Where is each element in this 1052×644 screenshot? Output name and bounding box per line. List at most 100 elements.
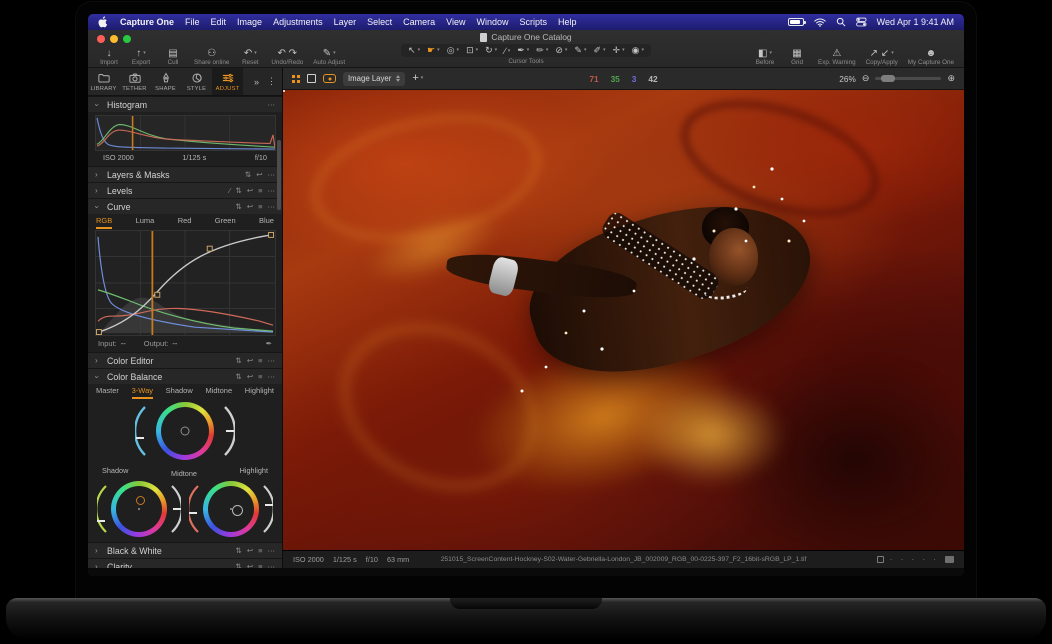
menu-select[interactable]: Select [367,17,392,27]
copy-adjustments-icon[interactable]: ⇅ [245,170,251,179]
menu-edit[interactable]: Edit [211,17,227,27]
reset-button[interactable]: ↶ Reset [239,48,261,66]
layers-masks-panel-header[interactable]: Layers & Masks ⇅ ↩ ⋯ [88,166,282,182]
crop-tool[interactable]: ⊡ [466,45,478,56]
erase-tool[interactable]: ⊘ [555,45,567,56]
midtone-lightness-slider[interactable] [223,403,235,459]
shadow-lightness-slider[interactable] [170,482,181,536]
menu-window[interactable]: Window [477,17,509,27]
tab-style[interactable]: STYLE [181,68,212,95]
filmstrip-toggle-icon[interactable] [945,556,954,563]
presets-icon[interactable]: ≡ [258,372,262,381]
color-tag-icon[interactable] [877,556,884,563]
spot-removal-tool[interactable]: ✏ [536,45,548,56]
reset-icon[interactable]: ↩ [247,562,253,568]
copy-adjustments-icon[interactable]: ⇅ [236,202,242,211]
menu-camera[interactable]: Camera [403,17,435,27]
zoom-slider[interactable] [875,77,941,80]
tab-library[interactable]: LIBRARY [88,68,119,95]
midtone-wheel-marker[interactable] [181,427,190,436]
wifi-icon[interactable] [814,18,826,27]
control-center-icon[interactable] [856,17,867,27]
reset-icon[interactable]: ↩ [256,170,262,179]
cull-button[interactable]: ▤ Cull [162,48,184,66]
color-editor-panel-header[interactable]: Color Editor ⇅ ↩ ≡ ⋯ [88,352,282,368]
curve-panel-header[interactable]: Curve ⇅ ↩ ≡ ⋯ [88,198,282,214]
auto-icon[interactable]: ∕ [229,186,230,195]
presets-icon[interactable]: ≡ [258,356,262,365]
color-balance-panel-header[interactable]: Color Balance ⇅ ↩ ≡ ⋯ [88,368,282,384]
shadow-color-wheel[interactable] [111,481,167,537]
zoom-in-icon[interactable]: ⊕ [947,73,955,84]
more-icon[interactable]: ⋯ [268,100,276,109]
more-icon[interactable]: ⋯ [268,562,276,568]
highlight-color-wheel[interactable] [203,481,259,537]
menu-help[interactable]: Help [558,17,577,27]
more-icon[interactable]: ⋯ [268,372,276,381]
reset-icon[interactable]: ↩ [247,202,253,211]
grid-button[interactable]: ▦ Grid [786,48,808,66]
more-tabs-icon[interactable]: ⋮ [267,76,276,87]
more-icon[interactable]: ⋯ [268,170,276,179]
curve-tab-luma[interactable]: Luma [136,216,155,229]
histogram-panel-header[interactable]: Histogram ⋯ [88,96,282,112]
apple-icon[interactable] [98,16,109,28]
single-view-icon[interactable] [307,74,316,83]
multi-view-icon[interactable] [292,75,300,83]
cb-tab-3way[interactable]: 3-Way [132,386,153,399]
zoom-out-icon[interactable]: ⊖ [862,73,870,84]
reset-icon[interactable]: ↩ [247,186,253,195]
menubar-clock[interactable]: Wed Apr 1 9:41 AM [877,17,954,27]
clarity-panel-header[interactable]: Clarity ⇅ ↩ ≡ ⋯ [88,558,282,568]
reset-icon[interactable]: ↩ [247,356,253,365]
menu-image[interactable]: Image [237,17,262,27]
before-button[interactable]: ◧ Before [754,48,776,66]
curve-chart[interactable] [95,230,276,336]
more-icon[interactable]: ⋯ [268,202,276,211]
more-icon[interactable]: ⋯ [268,356,276,365]
curve-tab-blue[interactable]: Blue [259,216,274,229]
expand-tabs-icon[interactable]: » [254,77,259,87]
highlight-saturation-slider[interactable] [189,482,200,536]
curve-tab-red[interactable]: Red [178,216,192,229]
copy-adjustments-icon[interactable]: ⇅ [236,372,242,381]
select-tool[interactable]: ↖ [408,45,420,56]
rotate-tool[interactable]: ↻ [485,45,497,56]
menu-file[interactable]: File [185,17,200,27]
pan-tool[interactable]: ☛ [427,45,440,56]
zoom-level[interactable]: 26% [839,74,856,84]
rating-dots[interactable]: · · · · · [890,555,939,564]
linear-mask-tool[interactable]: ✐ [593,45,605,56]
copy-adjustments-icon[interactable]: ⇅ [236,356,242,365]
search-icon[interactable] [836,17,846,27]
straighten-tool[interactable]: ∕ [504,46,510,56]
menu-view[interactable]: View [446,17,465,27]
sidebar-scrollbar[interactable] [277,140,281,210]
copy-adjustments-icon[interactable]: ⇅ [236,562,242,568]
presets-icon[interactable]: ≡ [258,202,262,211]
presets-icon[interactable]: ≡ [258,186,262,195]
copy-apply-button[interactable]: ↗ ↙ Copy/Apply [866,48,898,66]
photo-canvas[interactable] [283,90,964,550]
more-icon[interactable]: ⋯ [268,546,276,555]
cb-tab-master[interactable]: Master [96,386,119,399]
curve-picker-icon[interactable]: ✒ [266,339,272,348]
share-online-button[interactable]: ⚇ Share online [194,48,229,66]
my-capture-one-button[interactable]: ☻ My Capture One [908,48,954,66]
menu-capture-one[interactable]: Capture One [120,17,174,27]
tab-adjust[interactable]: ADJUST [212,68,243,95]
menu-scripts[interactable]: Scripts [520,17,548,27]
tab-shape[interactable]: SHAPE [150,68,181,95]
draw-mask-tool[interactable]: ✎ [574,45,586,56]
highlight-lightness-slider[interactable] [262,482,273,536]
highlight-wheel-marker[interactable] [232,505,243,516]
cb-tab-shadow[interactable]: Shadow [166,386,193,399]
reset-icon[interactable]: ↩ [247,372,253,381]
levels-panel-header[interactable]: Levels ∕ ⇅ ↩ ≡ ⋯ [88,182,282,198]
menu-layer[interactable]: Layer [334,17,357,27]
zoom-slider-thumb[interactable] [881,75,895,82]
undo-redo-button[interactable]: ↶ ↷ Undo/Redo [271,48,303,66]
layer-select[interactable]: Image Layer [343,72,405,86]
shadow-saturation-slider[interactable] [97,482,108,536]
copy-adjustments-icon[interactable]: ⇅ [236,186,242,195]
